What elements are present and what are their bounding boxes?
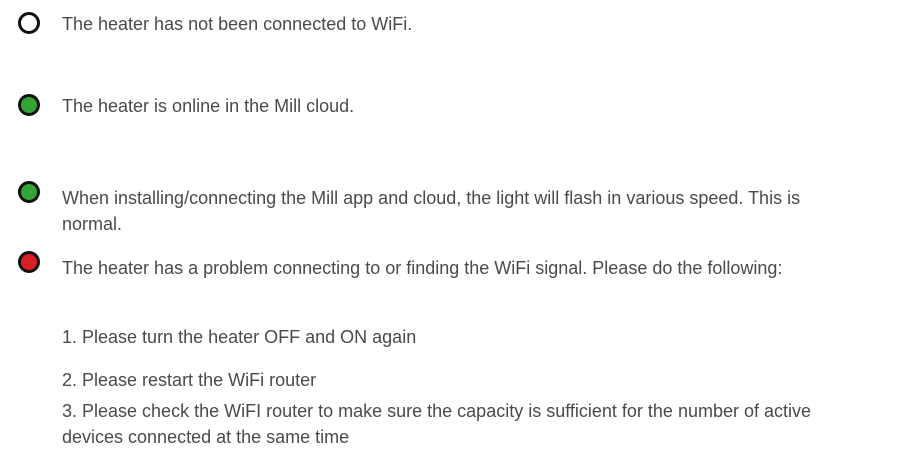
status-light-green-icon [18,94,40,116]
troubleshoot-step-3: 3. Please check the WiFI router to make … [62,401,812,447]
status-light-red-icon [18,251,40,273]
status-off-description: The heater has not been connected to WiF… [62,14,413,34]
troubleshoot-step-2: 2. Please restart the WiFi router [62,370,317,390]
status-installing-description: When installing/connecting the Mill app … [62,188,801,234]
status-error-description: The heater has a problem connecting to o… [62,258,783,278]
status-online-description: The heater is online in the Mill cloud. [62,96,355,116]
status-light-green-flashing-icon [18,181,40,203]
status-light-off-icon [18,12,40,34]
troubleshoot-step-1: 1. Please turn the heater OFF and ON aga… [62,327,417,347]
